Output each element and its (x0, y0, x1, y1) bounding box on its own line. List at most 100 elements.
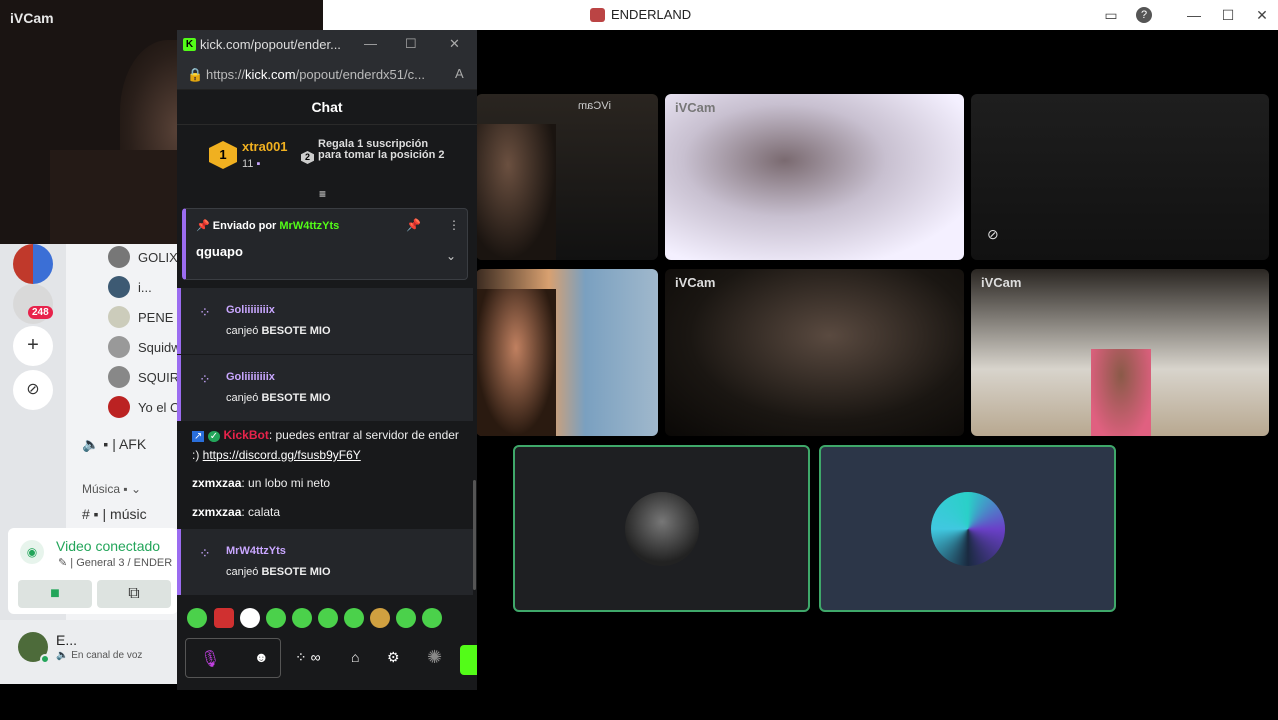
popout-close-button[interactable]: ✕ (449, 36, 460, 52)
redeem-user[interactable]: MrW4ttzYts (226, 545, 286, 557)
inbox-icon[interactable]: ▭ (1101, 5, 1121, 25)
read-aloud-icon[interactable]: A (455, 66, 464, 81)
collapse-icon[interactable]: ≡ (319, 187, 326, 201)
channel-points-button[interactable]: ⁘ ∞ (295, 649, 321, 666)
voice-participant-tile[interactable] (819, 445, 1116, 612)
server-icon[interactable] (13, 244, 53, 284)
video-tile[interactable]: iVCam (665, 269, 964, 436)
muted-mic-icon: ⊘ (987, 226, 999, 242)
redeem-text: canjeó BESOTE MIO (226, 566, 331, 578)
emote-icon[interactable] (318, 608, 338, 628)
rank-2-badge: 2 (301, 151, 314, 164)
camera-person (476, 289, 556, 436)
gift-prompt-text: Regala 1 suscripción para tomar la posic… (318, 138, 445, 161)
top-gifters: 1 xtra001 11 ▪ 2 Regala 1 suscripción pa… (177, 124, 477, 201)
gear-icon[interactable]: ✺ (427, 647, 442, 668)
chat-message: zxmxzaa: un lobo mi neto (192, 476, 331, 490)
store-icon[interactable]: ⌂ (351, 649, 359, 665)
popout-minimize-button[interactable]: — (364, 36, 377, 51)
explore-icon[interactable]: ⊘ (13, 370, 53, 410)
signal-icon[interactable]: ◉ (20, 540, 44, 564)
unpin-icon[interactable]: 📌 (406, 218, 421, 232)
pin-icon: 📌 (196, 220, 213, 232)
chat-scrollbar[interactable] (473, 480, 476, 590)
window-title-text: ENDERLAND (611, 7, 692, 22)
camera-button[interactable]: ■ (18, 580, 92, 608)
hash-icon: # ▪ (82, 506, 103, 522)
chat-input-bar: 🎙 ☻ ⁘ ∞ ⌂ ⚙ ✺ (177, 635, 477, 690)
video-tile[interactable]: iVCam (665, 94, 964, 260)
emote-icon[interactable] (214, 608, 234, 628)
url-text[interactable]: https://kick.com/popout/enderdx51/c... (206, 67, 425, 82)
settings-icon[interactable]: ⚙ (387, 649, 400, 666)
add-server-icon[interactable]: + (13, 326, 53, 366)
gift-icon: ▪ (256, 158, 261, 170)
maximize-button[interactable]: ☐ (1218, 5, 1238, 25)
mic-icon[interactable]: 🎙 (200, 649, 220, 669)
pinned-by: 📌 Enviado por MrW4ttzYts (196, 220, 340, 232)
top-gifter-count: 11 ▪ (242, 158, 261, 170)
help-icon[interactable]: ? (1136, 7, 1152, 23)
video-tile[interactable]: ⊘ (971, 94, 1269, 260)
emote-icon[interactable] (344, 608, 364, 628)
category-music[interactable]: Música ▪ ⌄ (82, 482, 141, 496)
voice-member[interactable]: Yo el C (108, 396, 178, 418)
avatar (108, 366, 130, 388)
lock-icon: 🔒 (187, 67, 204, 82)
pencil-icon: ✎ (58, 557, 71, 569)
chat-link[interactable]: https://discord.gg/fsusb9yF6Y (203, 448, 361, 462)
emote-icon[interactable] (292, 608, 312, 628)
redeem-user[interactable]: Goliiiiiiiix (226, 304, 275, 316)
chat-username[interactable]: KickBot (223, 428, 268, 442)
emote-icon[interactable] (422, 608, 442, 628)
mirrored-camera-label: iVCam (578, 100, 612, 112)
channel-points-icon: ⁘ (199, 371, 211, 387)
send-button[interactable] (460, 645, 477, 675)
chevron-down-icon[interactable]: ⌄ (446, 249, 456, 263)
video-tile[interactable]: iVCam (476, 94, 658, 260)
emote-icon[interactable] (266, 608, 286, 628)
chat-input[interactable]: 🎙 ☻ (185, 638, 281, 678)
text-channel-music[interactable]: # ▪ | músic (82, 506, 147, 522)
redeem-text: canjeó BESOTE MIO (226, 392, 331, 404)
online-status-icon (40, 654, 50, 664)
notification-badge: 248 (28, 306, 53, 319)
emote-icon[interactable] (240, 608, 260, 628)
voice-status: Video conectado (56, 538, 161, 554)
speaker-icon: 🔈 (56, 650, 72, 661)
voice-channel-name[interactable]: ✎ | General 3 / ENDER (58, 556, 178, 569)
verified-badge-icon: ✓ (207, 431, 221, 442)
minimize-button[interactable]: — (1184, 5, 1204, 25)
video-tile[interactable]: iVCam (971, 269, 1269, 436)
window-title: ENDERLAND (590, 7, 691, 22)
video-tile[interactable] (476, 269, 658, 436)
voice-participant-tile[interactable] (513, 445, 810, 612)
username: E... (56, 632, 78, 648)
screen-share-button[interactable]: ⧉ (97, 580, 171, 608)
emote-icon[interactable] (396, 608, 416, 628)
rank-1-badge: 1 (209, 141, 237, 169)
avatar (930, 491, 1005, 566)
chat-message: zxmxzaa: calata (192, 505, 281, 519)
chat-username[interactable]: zxmxzaa (192, 476, 241, 490)
redeem-event: ⁘ Goliiiiiiiix canjeó BESOTE MIO (177, 355, 473, 421)
redeem-user[interactable]: Goliiiiiiiix (226, 371, 275, 383)
emoji-icon[interactable]: ☻ (254, 649, 269, 665)
voice-member[interactable]: GOLIX (108, 246, 178, 268)
more-options-icon[interactable]: ⋮ (448, 218, 460, 232)
camera-label: iVCam (981, 275, 1022, 290)
top-gifter-name[interactable]: xtra001 (242, 139, 288, 154)
camera-label: iVCam (10, 10, 54, 26)
voice-member[interactable]: SQUIRT (108, 366, 178, 388)
voice-member[interactable]: i... (108, 276, 178, 298)
voice-channel-afk[interactable]: 🔈 ▪ | AFK (82, 436, 146, 453)
emote-icon[interactable] (370, 608, 390, 628)
popout-maximize-button[interactable]: ☐ (405, 36, 417, 52)
close-button[interactable]: ✕ (1252, 5, 1272, 25)
address-bar[interactable]: 🔒 https://kick.com/popout/enderdx51/c...… (177, 60, 477, 90)
voice-member[interactable]: Squidw (108, 336, 178, 358)
voice-member[interactable]: PENE C (108, 306, 178, 328)
chat-username[interactable]: zxmxzaa (192, 505, 241, 519)
camera-label: iVCam (675, 100, 716, 115)
emote-icon[interactable] (187, 608, 207, 628)
